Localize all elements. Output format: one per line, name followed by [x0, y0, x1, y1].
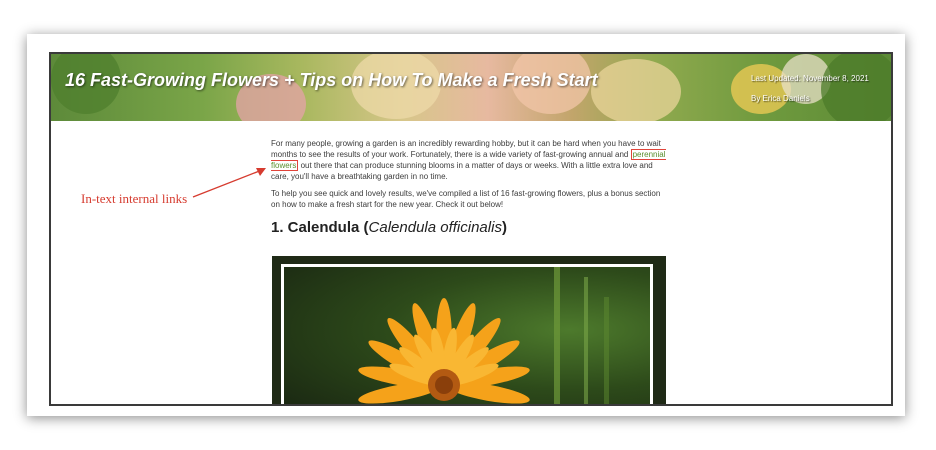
annotation-label: In-text internal links [81, 191, 188, 206]
annotation-arrow [192, 168, 266, 198]
